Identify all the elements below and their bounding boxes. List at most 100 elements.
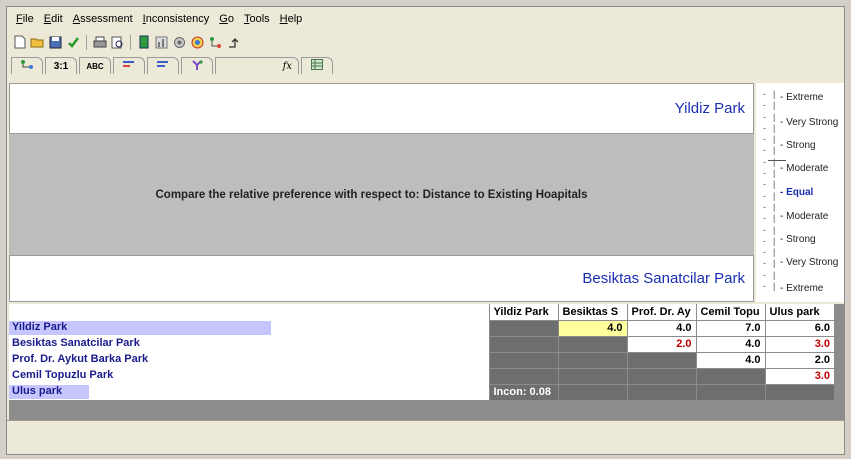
row-header[interactable]: Cemil Topuzlu Park — [9, 368, 489, 384]
chart-icon[interactable] — [153, 34, 170, 51]
row-header[interactable]: Ulus park — [9, 384, 489, 400]
menu-edit[interactable]: Edit — [39, 13, 68, 25]
matrix-cell — [626, 351, 696, 368]
row-header[interactable]: Besiktas Sanatcilar Park — [9, 336, 489, 352]
tab-questionnaire[interactable] — [147, 57, 179, 74]
menu-help-accel: H — [279, 13, 288, 25]
matrix-cell — [695, 367, 765, 384]
scale-ticks-left: ------------------ — [763, 89, 766, 292]
matrix-cell — [488, 367, 558, 384]
tree-icon[interactable] — [207, 34, 224, 51]
matrix-cell[interactable]: 3.0 — [764, 367, 834, 384]
menu-edit-label: dit — [51, 13, 63, 25]
row-label: Besiktas Sanatcilar Park — [12, 337, 140, 349]
inconsistency-ratio: Incon: 0.08 — [488, 383, 558, 400]
open-folder-icon[interactable] — [29, 34, 46, 51]
menu-inconsistency-label: nconsistency — [145, 13, 210, 25]
menu-assessment[interactable]: Assessment — [68, 13, 138, 25]
matrix-row: Ulus park Incon: 0.08 — [9, 383, 834, 400]
matrix-cell[interactable]: 2.0 — [764, 351, 834, 368]
menu-edit-accel: E — [43, 13, 52, 25]
menubar: File Edit Assessment Inconsistency Go To… — [7, 7, 844, 31]
alternative-bottom-pane: Besiktas Sanatcilar Park — [9, 255, 754, 302]
menu-assessment-label: ssessment — [80, 13, 133, 25]
row-header[interactable]: Yildiz Park — [9, 320, 489, 336]
matrix-cell — [764, 383, 834, 400]
column-header[interactable]: Yildiz Park — [488, 304, 558, 320]
bar-graph-icon — [123, 60, 135, 73]
menu-file[interactable]: File — [11, 13, 39, 25]
alternative-bottom-name: Besiktas Sanatcilar Park — [582, 270, 745, 287]
menu-go-label: o — [227, 13, 234, 25]
tab-pairwise[interactable] — [181, 57, 213, 74]
tab-numerical[interactable]: 3:1 — [45, 57, 77, 74]
tab-tree[interactable] — [11, 57, 43, 74]
scale-label-moderate-bottom[interactable]: - Moderate — [780, 211, 828, 222]
verbal-scale[interactable]: ------------------ | | | | | | | | | | | | | | | | | | - … — [756, 83, 844, 302]
column-header[interactable]: Besiktas S — [557, 304, 627, 320]
scale-label-moderate-top[interactable]: - Moderate — [780, 163, 828, 174]
app-window: File Edit Assessment Inconsistency Go To… — [6, 6, 845, 455]
settings-icon[interactable] — [171, 34, 188, 51]
column-header[interactable]: Prof. Dr. Ay — [626, 304, 696, 320]
matrix-cell — [557, 335, 627, 352]
matrix-cell — [488, 351, 558, 368]
matrix-cell[interactable]: 7.0 — [695, 319, 765, 336]
tab-graphical[interactable] — [113, 57, 145, 74]
scale-label-extreme-top[interactable]: - Extreme — [780, 92, 823, 103]
row-label: Cemil Topuzlu Park — [12, 369, 113, 381]
matrix-row: Besiktas Sanatcilar Park 2.0 4.0 3.0 — [9, 335, 834, 352]
menu-file-label: ile — [22, 13, 34, 25]
row-label-prefix: Yildiz Park — [12, 321, 68, 333]
matrix-cell — [626, 383, 696, 400]
column-header[interactable]: Ulus park — [764, 304, 834, 320]
scale-label-very-strong-top[interactable]: - Very Strong — [780, 117, 838, 128]
tab-verbal[interactable]: ABC — [79, 57, 111, 74]
matrix-cell — [488, 319, 558, 336]
matrix-corner — [9, 304, 489, 320]
print-icon[interactable] — [91, 34, 108, 51]
comparison-matrix: Yildiz Park Besiktas S Prof. Dr. Ay Cemi… — [9, 304, 844, 423]
scale-label-extreme-bottom[interactable]: - Extreme — [780, 283, 823, 294]
menu-tools[interactable]: Tools — [239, 13, 275, 25]
row-label: Yildiz Park — [12, 321, 67, 333]
print-preview-icon[interactable] — [109, 34, 126, 51]
row-label: Prof. Dr. Aykut Barka Park — [12, 353, 148, 365]
tree-view-icon — [20, 59, 34, 73]
alternative-top-name: Yildiz Park — [674, 100, 745, 117]
tab-verbal-label: ABC — [86, 61, 104, 71]
checkmark-icon[interactable] — [65, 34, 82, 51]
tab-formula[interactable]: fx — [215, 57, 299, 74]
matrix-header-row: Yildiz Park Besiktas S Prof. Dr. Ay Cemi… — [9, 304, 834, 320]
comparison-prompt: Compare the relative preference with res… — [155, 188, 588, 201]
row-label-rest: Barka Park — [87, 353, 149, 365]
row-label-rest: Topuzlu Park — [41, 369, 114, 381]
menu-help-label: elp — [287, 13, 303, 25]
new-file-icon[interactable] — [11, 34, 28, 51]
scale-label-strong-top[interactable]: - Strong — [780, 140, 816, 151]
menu-help[interactable]: Help — [275, 13, 308, 25]
matrix-cell[interactable]: 4.0 — [695, 351, 765, 368]
column-header[interactable]: Cemil Topu — [695, 304, 765, 320]
matrix-cell-selected[interactable]: 4.0 — [557, 319, 627, 336]
matrix-cell[interactable]: 3.0 — [764, 335, 834, 352]
scale-label-equal[interactable]: - Equal — [780, 187, 813, 198]
menu-inconsistency[interactable]: Inconsistency — [138, 13, 215, 25]
color-wheel-icon[interactable] — [189, 34, 206, 51]
menu-go[interactable]: Go — [214, 13, 239, 25]
toolbar — [11, 32, 242, 52]
green-book-icon[interactable] — [135, 34, 152, 51]
comparison-prompt-pane: Compare the relative preference with res… — [9, 134, 754, 255]
alternative-top-pane: Yildiz Park — [9, 83, 754, 134]
matrix-cell[interactable]: 2.0 — [626, 335, 696, 352]
matrix-cell[interactable]: 6.0 — [764, 319, 834, 336]
scale-slider-thumb[interactable] — [768, 160, 786, 161]
tab-spreadsheet[interactable] — [301, 57, 333, 74]
scale-label-very-strong-bottom[interactable]: - Very Strong — [780, 257, 838, 268]
save-icon[interactable] — [47, 34, 64, 51]
scale-label-strong-bottom[interactable]: - Strong — [780, 234, 816, 245]
matrix-cell[interactable]: 4.0 — [626, 319, 696, 336]
row-header[interactable]: Prof. Dr. Aykut Barka Park — [9, 352, 489, 368]
arrow-up-right-icon[interactable] — [225, 34, 242, 51]
matrix-cell[interactable]: 4.0 — [695, 335, 765, 352]
